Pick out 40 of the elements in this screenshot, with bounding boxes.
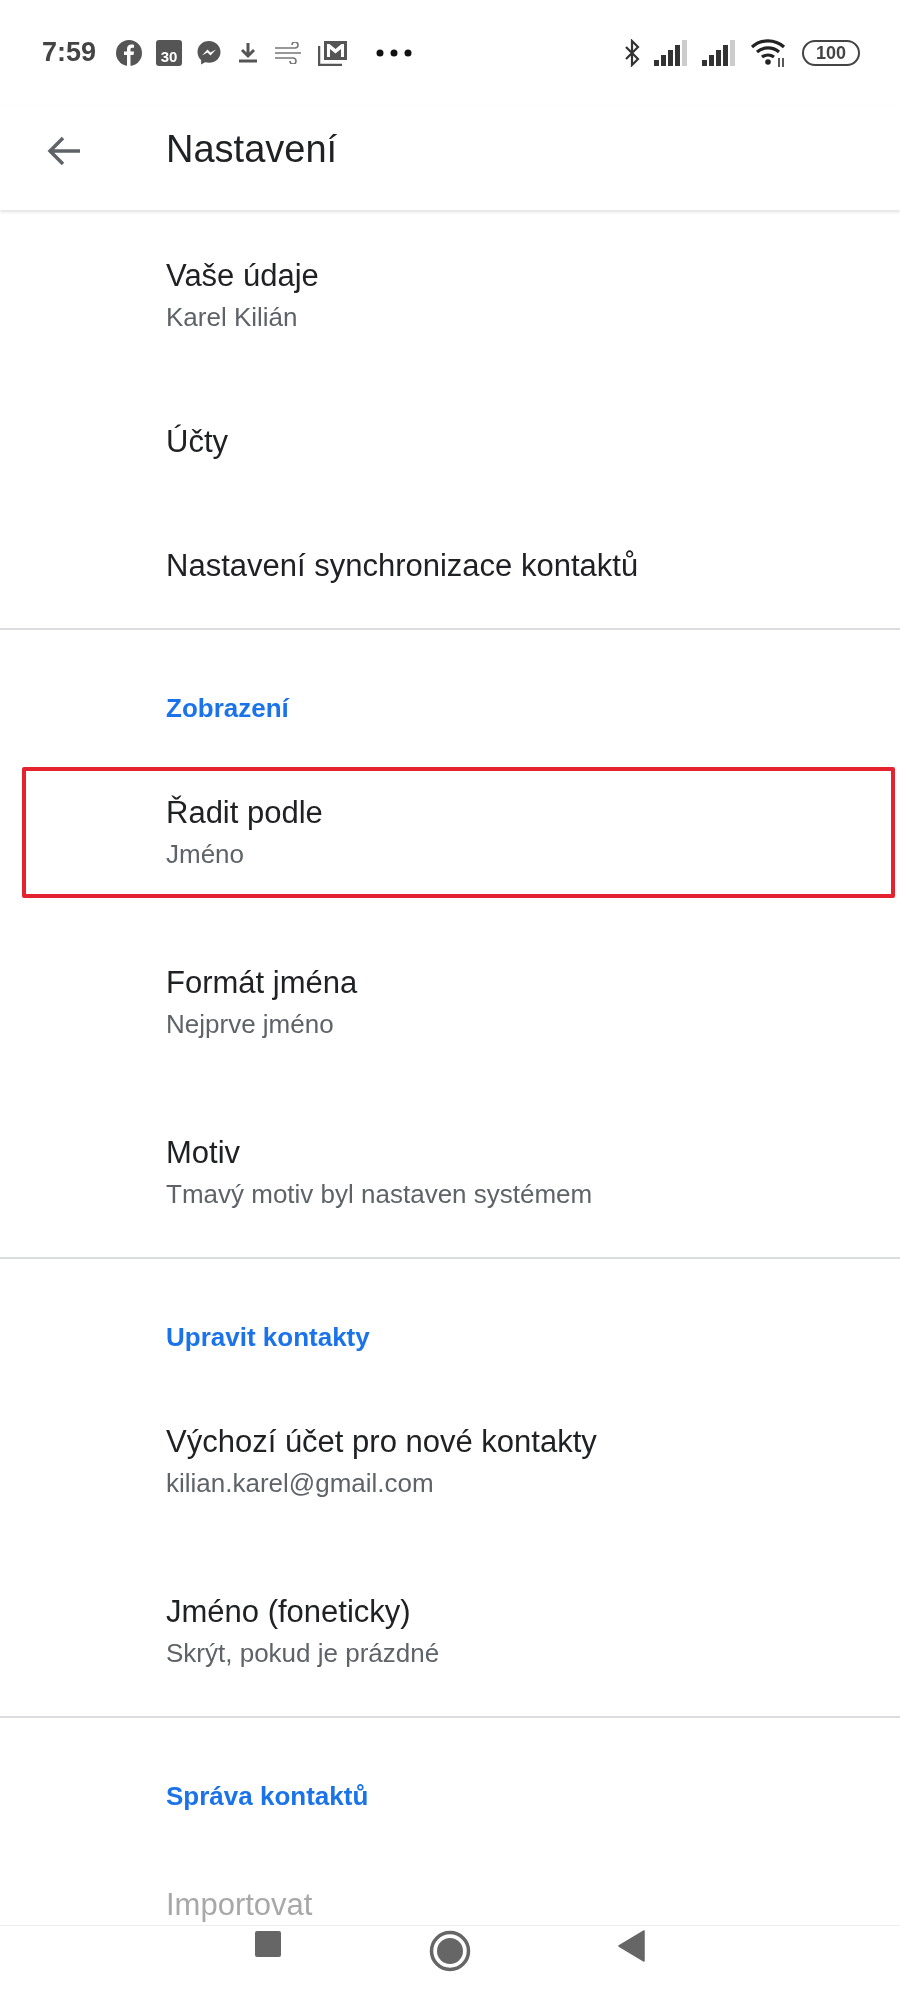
settings-item[interactable]: Vaše údaje Karel Kilián [0,210,900,380]
item-subtitle: Nejprve jméno [166,1008,335,1040]
item-title: Vaše údaje [166,257,320,294]
home-button[interactable] [429,1930,471,1972]
settings-item[interactable]: Formát jména Nejprve jméno [0,917,900,1087]
mail-icon [318,39,349,66]
item-title: Výchozí účet pro nové kontakty [166,1423,598,1460]
item-title: Nastavení synchronizace kontaktů [166,548,640,584]
signal-icon [701,39,736,66]
chat-bubble-icon [196,39,223,66]
section-header: Upravit kontakty [166,1321,370,1353]
signal-icon [653,39,688,66]
item-subtitle: Tmavý motiv byl nastaven systémem [166,1178,594,1210]
section-header: Správa kontaktů [166,1780,369,1812]
more-icon [376,48,413,57]
settings-item[interactable]: Motiv Tmavý motiv byl nastaven systémem [0,1087,900,1257]
item-subtitle: Karel Kilián [166,301,299,333]
settings-item[interactable]: Řadit podle Jméno [0,747,900,917]
clock: 7:59 [42,37,97,68]
item-subtitle: kilian.karel@gmail.com [166,1467,435,1499]
settings-item[interactable]: Účty [0,380,900,504]
recents-button[interactable] [253,1930,282,1958]
settings-item[interactable]: Výchozí účet pro nové kontakty kilian.karel@gmail.com [0,1376,900,1546]
battery-level: 100 [801,39,860,66]
item-title: Účty [166,424,229,460]
item-subtitle: Skrýt, pokud je prázdné [166,1637,441,1669]
item-title: Jméno (foneticky) [166,1593,412,1630]
settings-item[interactable]: Nastavení synchronizace kontaktů [0,504,900,628]
facebook-icon [116,39,143,66]
item-title: Motiv [166,1134,242,1171]
page-title: Nastavení [166,128,338,171]
item-title: Formát jména [166,964,359,1001]
settings-item[interactable]: Jméno (foneticky) Skrýt, pokud je prázdné [0,1546,900,1716]
item-title: Řadit podle [166,794,324,831]
section-header: Zobrazení [166,692,289,724]
bluetooth-icon [623,38,640,67]
wifi-icon [749,37,788,68]
item-subtitle: Jméno [166,838,246,870]
back-nav-button[interactable] [618,1930,647,1962]
item-title: Importovat [166,1887,314,1923]
